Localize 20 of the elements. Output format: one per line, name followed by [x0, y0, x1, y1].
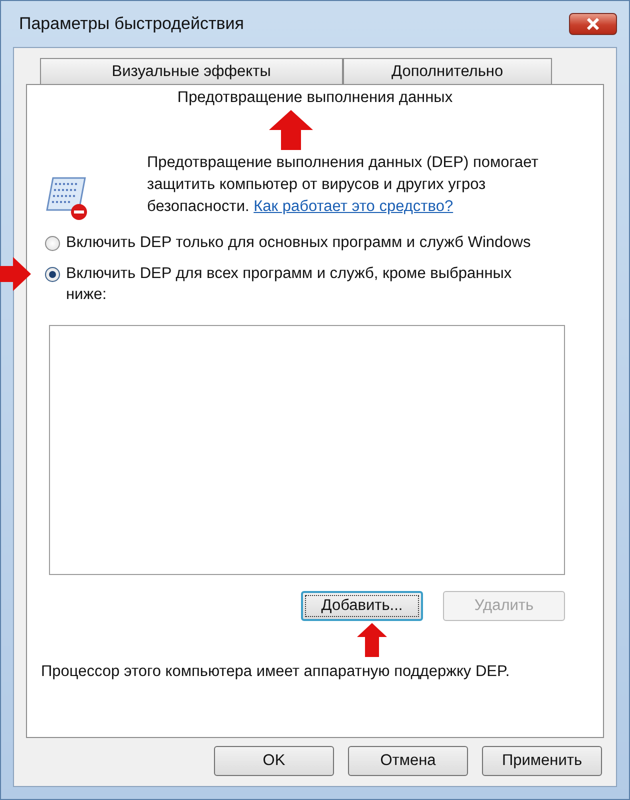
help-link[interactable]: Как работает это средство?: [254, 198, 454, 215]
apply-button[interactable]: Применить: [482, 746, 602, 776]
arrow-icon: [269, 110, 313, 150]
tab[interactable]: Дополнительно: [342, 58, 552, 84]
arrow-icon: [0, 257, 31, 291]
ok-button[interactable]: OK: [214, 746, 334, 776]
arrow-icon: [357, 623, 387, 657]
description-text: Предотвращение выполнения данных (DEP) помогает защитить компьютер от вирусов и других угроз безопасности. Как работает это средство?: [147, 153, 540, 217]
close-icon: [585, 18, 601, 30]
cancel-button[interactable]: Отмена: [348, 746, 468, 776]
option-label: Включить DEP для всех программ и служб, кроме выбранных ниже:: [66, 264, 513, 305]
add-button[interactable]: Добавить...: [301, 591, 423, 621]
close-button[interactable]: [569, 13, 617, 35]
window-title: Параметры быстродействия: [18, 14, 244, 34]
radio-button[interactable]: [45, 267, 60, 282]
option-label: Включить DEP только для основных программ и служб Windows: [66, 233, 532, 253]
tab[interactable]: Предотвращение выполнения данных: [26, 84, 604, 110]
hardware-note: Процессор этого компьютера имеет аппаратную поддержку DEP.: [41, 662, 511, 682]
radio-button[interactable]: [45, 236, 60, 251]
tab[interactable]: Визуальные эффекты: [40, 58, 343, 84]
